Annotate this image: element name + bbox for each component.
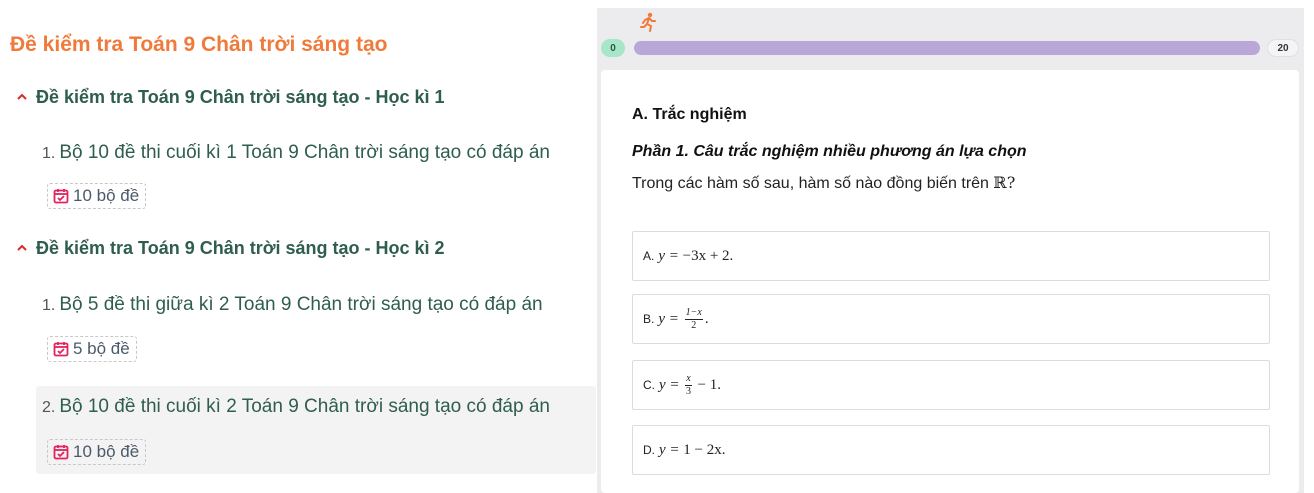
progress-start-label: 0 <box>601 39 625 57</box>
badge-label: 10 bộ đề <box>73 186 140 205</box>
option-a[interactable]: A. y = −3x + 2. <box>632 231 1270 281</box>
count-badge: 10 bộ đề <box>47 439 147 465</box>
question-text: Trong các hàm số sau, hàm số nào đồng bi… <box>632 173 1016 192</box>
part-title: Phần 1. Câu trắc nghiệm nhiều phương án … <box>632 143 1027 160</box>
option-b[interactable]: B. y = 1−x 2. <box>632 294 1270 344</box>
section-hk2-header[interactable]: Đề kiểm tra Toán 9 Chân trời sáng tạo - … <box>16 238 445 259</box>
calendar-check-icon <box>53 341 69 357</box>
chevron-up-icon <box>16 87 32 108</box>
running-person-icon <box>639 12 657 32</box>
badge-label: 10 bộ đề <box>73 442 140 461</box>
calendar-check-icon <box>53 444 69 460</box>
exam-list-panel: Đề kiểm tra Toán 9 Chân trời sáng tạo Đề… <box>0 0 600 493</box>
section-heading: Đề kiểm tra Toán 9 Chân trời sáng tạo - … <box>36 87 445 107</box>
chevron-up-icon <box>16 238 32 259</box>
item-number: 1. <box>42 145 56 162</box>
question-card: A. Trắc nghiệm Phần 1. Câu trắc nghiệm n… <box>601 70 1299 493</box>
list-item-label[interactable]: 1. Bộ 5 đề thi giữa kì 2 Toán 9 Chân trời… <box>42 294 543 316</box>
section-title: A. Trắc nghiệm <box>632 106 747 123</box>
item-number: 2. <box>42 399 56 416</box>
section-heading: Đề kiểm tra Toán 9 Chân trời sáng tạo - … <box>36 238 445 258</box>
calendar-check-icon <box>53 188 69 204</box>
progress-end-label: 20 <box>1267 39 1299 57</box>
count-badge: 10 bộ đề <box>47 183 147 209</box>
progress-bar <box>634 41 1260 55</box>
list-item-label[interactable]: 1. Bộ 10 đề thi cuối kì 1 Toán 9 Chân trờ… <box>42 142 550 164</box>
quiz-panel: 0 20 A. Trắc nghiệm Phần 1. Câu trắc ngh… <box>597 8 1304 493</box>
section-hk1-header[interactable]: Đề kiểm tra Toán 9 Chân trời sáng tạo - … <box>16 87 445 108</box>
option-c[interactable]: C. y = x3 − 1. <box>632 360 1270 410</box>
count-badge: 5 bộ đề <box>47 336 137 362</box>
option-d[interactable]: D. y = 1 − 2x. <box>632 425 1270 475</box>
page-title: Đề kiểm tra Toán 9 Chân trời sáng tạo <box>10 33 388 56</box>
badge-label: 5 bộ đề <box>73 339 130 358</box>
item-number: 1. <box>42 297 56 314</box>
list-item-label[interactable]: 2. Bộ 10 đề thi cuối kì 2 Toán 9 Chân trờ… <box>42 396 550 418</box>
